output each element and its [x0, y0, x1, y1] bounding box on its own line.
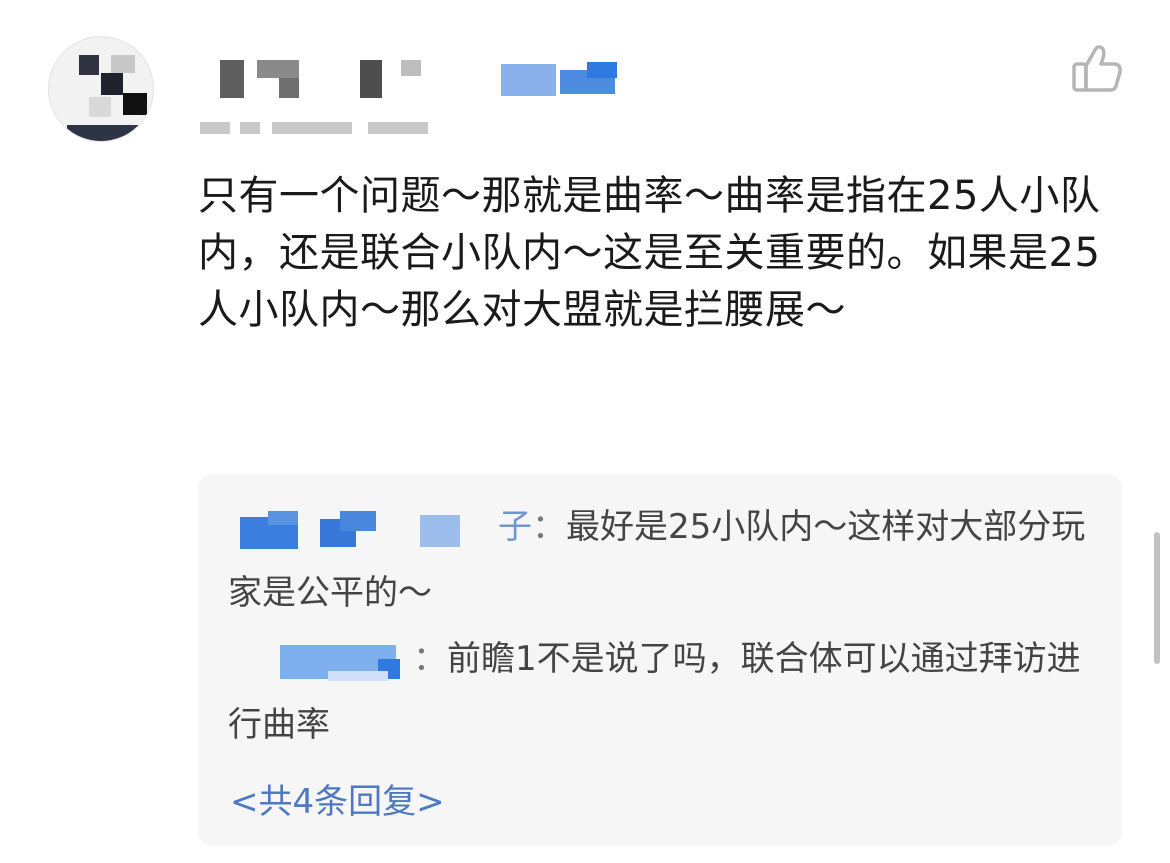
- avatar-pixel: [101, 73, 123, 95]
- avatar-pixel: [123, 93, 147, 115]
- avatar-pixel: [89, 97, 111, 117]
- redaction-block: [220, 60, 244, 98]
- reply-username-tail: 子: [498, 507, 532, 547]
- reply-username-redacted[interactable]: [228, 507, 498, 551]
- avatar-pixel: [67, 125, 145, 141]
- redaction-block: [240, 122, 260, 134]
- username-redacted[interactable]: [205, 52, 645, 104]
- redaction-block: [501, 64, 556, 96]
- redaction-block: [587, 62, 617, 78]
- reply-colon: ：: [413, 639, 447, 679]
- redaction-block: [340, 510, 376, 531]
- comment-meta-redacted: [200, 122, 440, 136]
- comment-body: 只有一个问题～那就是曲率～曲率是指在25人小队内，还是联合小队内～这是至关重要的…: [198, 173, 1101, 333]
- reply-item[interactable]: ：前瞻1不是说了吗，联合体可以通过拜访进行曲率: [228, 626, 1098, 758]
- redaction-block: [272, 122, 352, 134]
- more-replies-link[interactable]: <共4条回复>: [230, 774, 445, 823]
- avatar-pixel: [111, 55, 135, 73]
- redaction-block: [360, 60, 382, 98]
- redaction-block: [368, 122, 428, 134]
- avatar-pixel: [79, 55, 99, 75]
- scrollbar[interactable]: [1154, 532, 1160, 664]
- thumbs-up-icon[interactable]: [1068, 40, 1126, 98]
- reply-item[interactable]: 子：最好是25小队内～这样对大部分玩家是公平的～: [228, 494, 1098, 626]
- redaction-block: [279, 78, 299, 98]
- reply-colon: ：: [532, 507, 566, 547]
- redaction-block: [200, 122, 230, 134]
- redaction-block: [328, 670, 388, 681]
- redaction-block: [257, 60, 299, 78]
- avatar[interactable]: [48, 36, 154, 142]
- redaction-block: [401, 60, 421, 76]
- redaction-block: [420, 514, 460, 547]
- reply-username-redacted[interactable]: [228, 639, 413, 683]
- redaction-block: [268, 510, 298, 525]
